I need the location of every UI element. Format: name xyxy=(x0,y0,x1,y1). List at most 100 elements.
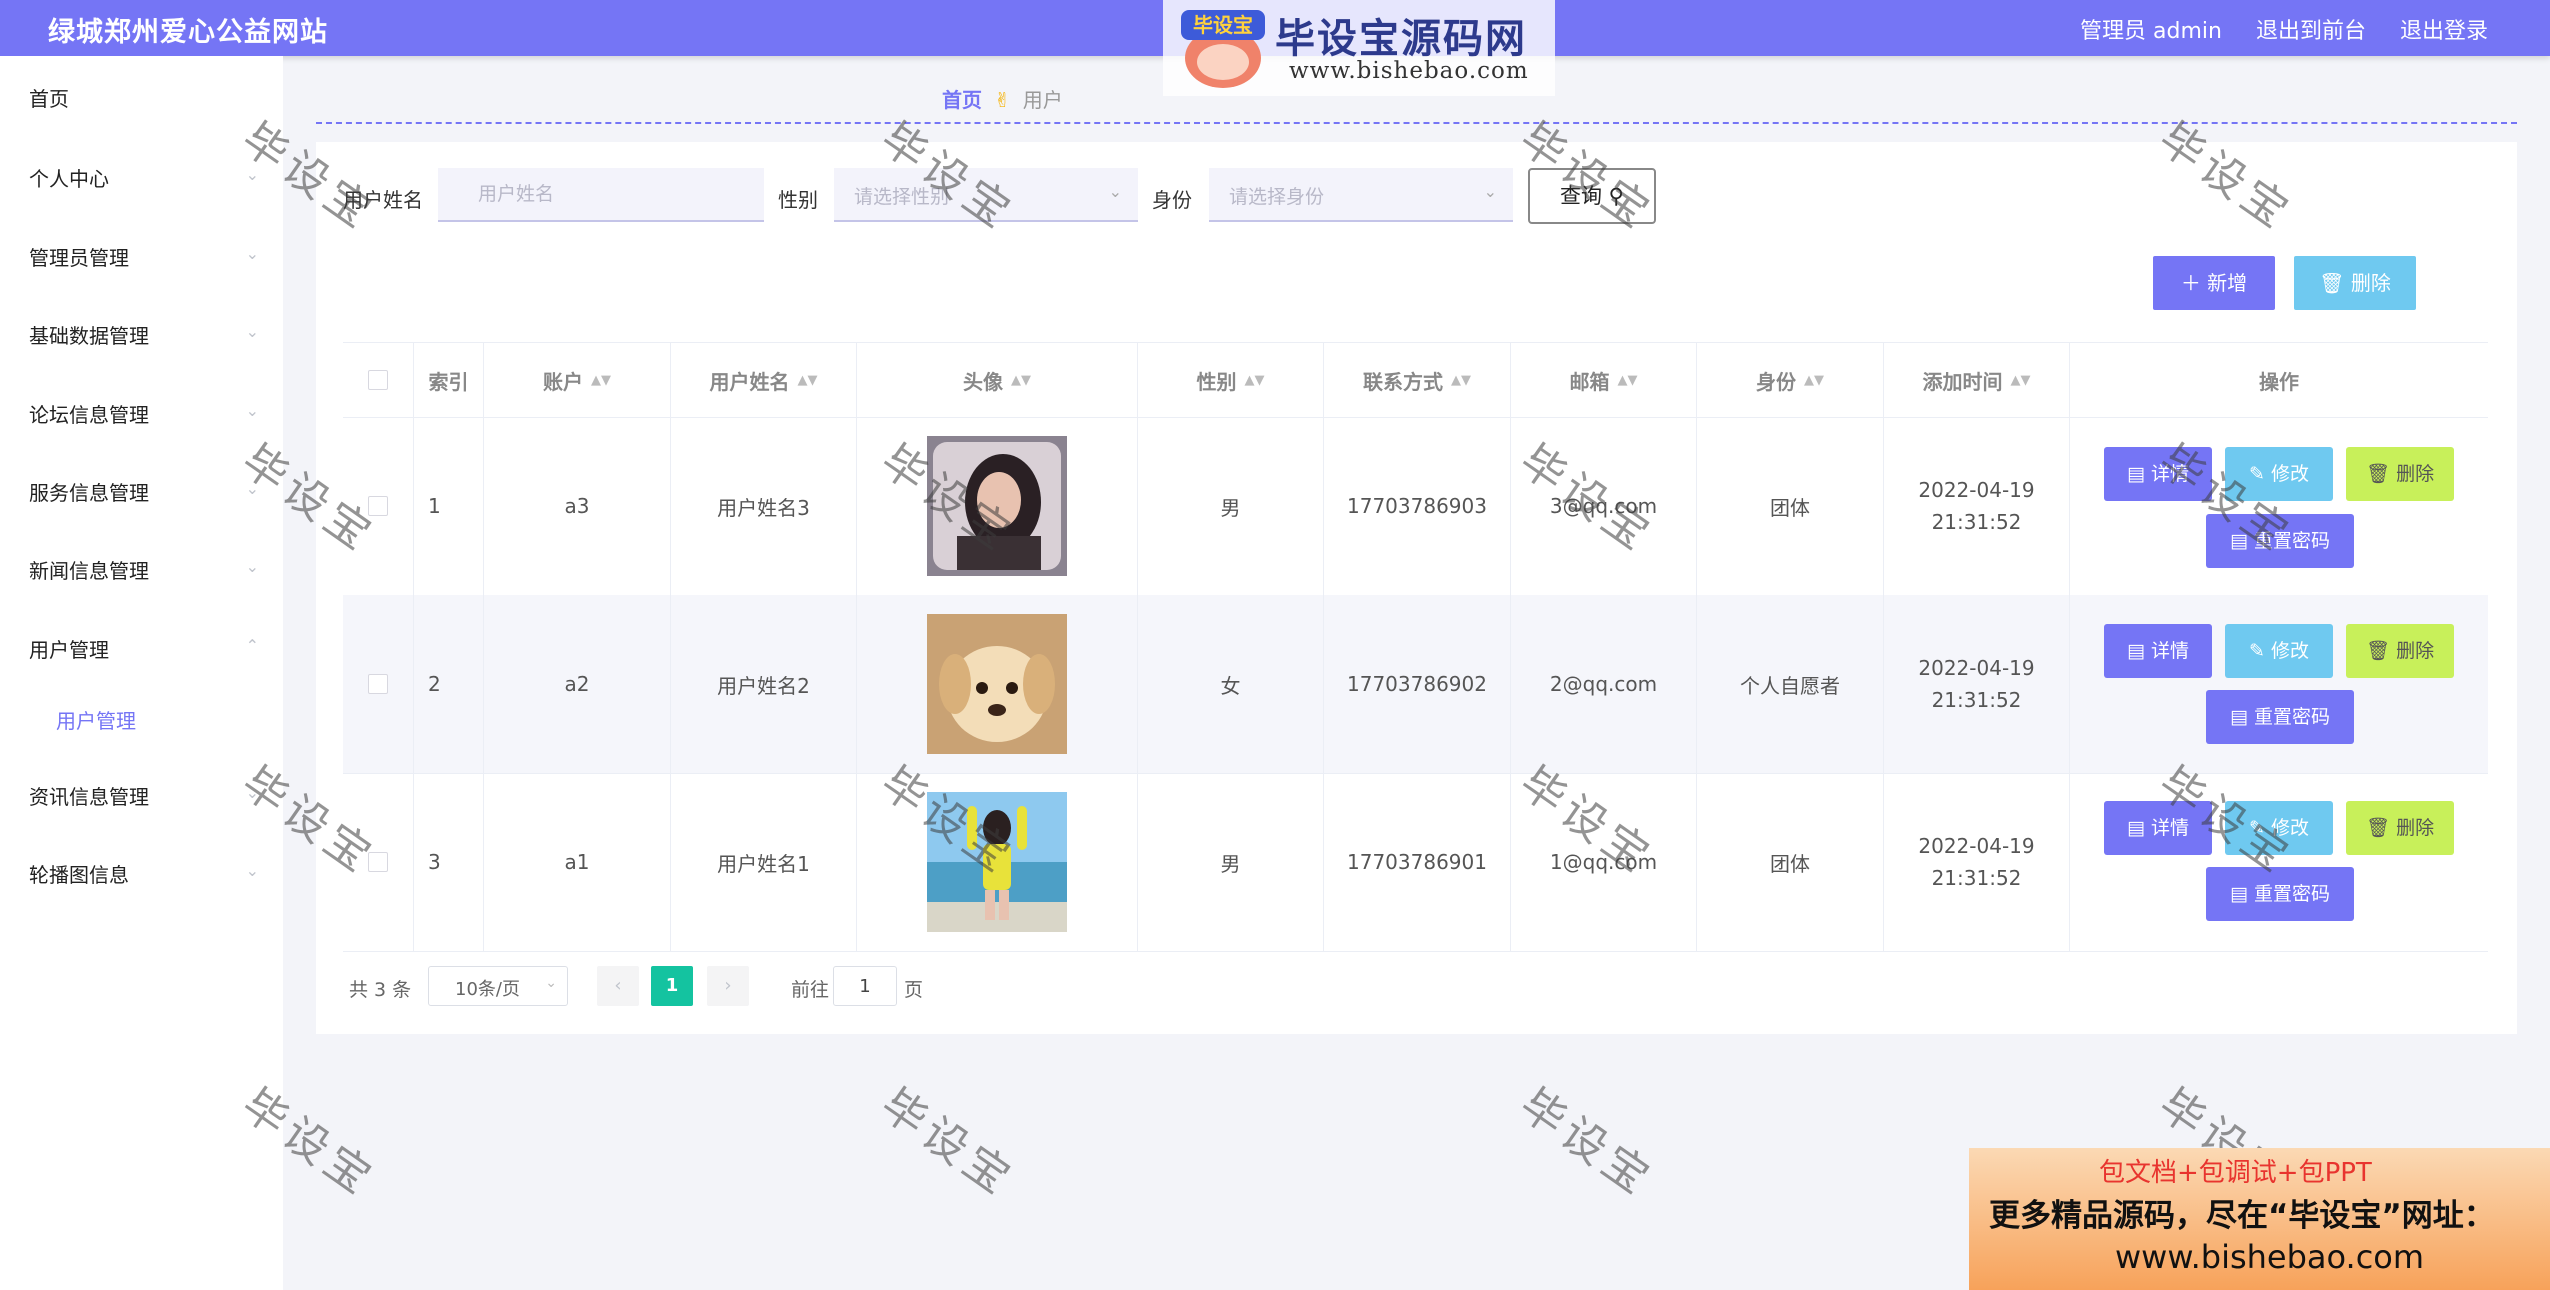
query-button[interactable]: 查询 ⚲ xyxy=(1528,168,1656,224)
table-row: 3 a1 用户姓名1 男 17703786901 1@qq.com 团体 202… xyxy=(343,773,2488,952)
column-header[interactable]: 身份 ▲▼ xyxy=(1697,343,1884,417)
ad-banner[interactable]: 包文档+包调试+包PPT 更多精品源码，尽在“毕设宝”网址： www.bishe… xyxy=(1969,1148,2550,1290)
user-table: 索引 账户 ▲▼ 用户姓名 ▲▼ 头像 ▲▼ 性别 ▲▼ 联系方式 ▲▼ 邮箱 ▲▼ 身份 ▲… xyxy=(343,342,2488,952)
sort-icon[interactable]: ▲▼ xyxy=(1011,373,1031,388)
sort-icon[interactable]: ▲▼ xyxy=(798,373,818,388)
sidebar-item-personal-center[interactable]: 个人中心 ⌄ xyxy=(29,163,259,192)
sort-icon[interactable]: ▲▼ xyxy=(1804,373,1824,388)
column-header-account: 账户 xyxy=(543,369,583,394)
sort-icon[interactable]: ▲▼ xyxy=(1245,373,1265,388)
detail-button[interactable]: ▤ 详情 xyxy=(2104,801,2212,855)
cell-phone: 17703786902 xyxy=(1324,595,1511,773)
sort-icon[interactable]: ▲▼ xyxy=(591,373,611,388)
goto-label: 前往 xyxy=(791,979,830,1001)
detail-button[interactable]: ▤ 详情 xyxy=(2104,624,2212,678)
cell-actions xyxy=(2070,595,2488,773)
woman-portrait-avatar[interactable] xyxy=(927,436,1067,576)
sort-icon[interactable]: ▲▼ xyxy=(1451,373,1471,388)
exit-to-frontend-link[interactable]: 退出到前台 xyxy=(2256,13,2366,45)
document-icon: ▤ xyxy=(2126,640,2145,662)
pencil-icon: ✎ xyxy=(2249,463,2265,485)
sidebar-item-info[interactable]: 资讯信息管理 ⌄ xyxy=(29,781,259,810)
brand-url: www.bishebao.com xyxy=(1289,58,1529,84)
role-select[interactable]: 请选择身份 ⌄ xyxy=(1209,168,1513,222)
ad-line-1: 包文档+包调试+包PPT xyxy=(2099,1158,2372,1188)
edit-button[interactable]: ✎ 修改 xyxy=(2225,624,2333,678)
sidebar-subitem-user-management[interactable]: 用户管理 xyxy=(56,705,136,734)
batch-delete-button[interactable]: 🗑 删除 xyxy=(2294,256,2416,310)
ad-line-2: 更多精品源码，尽在“毕设宝”网址： xyxy=(1989,1198,2495,1234)
sidebar-item-user-management[interactable]: 用户管理 ⌃ xyxy=(29,634,259,663)
badge-text: 毕设宝 xyxy=(1193,13,1253,37)
next-page-button[interactable]: › xyxy=(707,966,749,1006)
select-all-cell xyxy=(343,343,414,417)
edit-button[interactable]: ✎ 修改 xyxy=(2225,447,2333,501)
page-number-1[interactable]: 1 xyxy=(651,966,693,1006)
cell-phone: 17703786903 xyxy=(1324,417,1511,595)
goto-page-input[interactable] xyxy=(833,966,897,1006)
page-size-select[interactable]: 10条/页 ⌄ xyxy=(428,966,568,1006)
column-header[interactable]: 联系方式 ▲▼ xyxy=(1324,343,1511,417)
breadcrumb-home[interactable]: 首页 xyxy=(942,88,982,112)
role-select-placeholder: 请选择身份 xyxy=(1229,186,1325,208)
name-search-input[interactable] xyxy=(438,168,764,222)
delete-button[interactable]: 🗑 删除 xyxy=(2346,447,2454,501)
row-checkbox[interactable] xyxy=(368,674,388,694)
column-header[interactable]: 账户 ▲▼ xyxy=(484,343,671,417)
delete-label: 删除 xyxy=(2396,463,2435,485)
pager-total: 共 3 条 xyxy=(349,979,412,1001)
edit-label: 修改 xyxy=(2270,640,2309,662)
chevron-down-icon: ⌄ xyxy=(245,783,259,802)
table-row: 2 a2 用户姓名2 女 17703786902 2@qq.com 个人自愿者 … xyxy=(343,595,2488,774)
logout-link[interactable]: 退出登录 xyxy=(2400,13,2488,45)
role-label: 身份 xyxy=(1152,188,1192,212)
sort-icon[interactable]: ▲▼ xyxy=(1618,373,1638,388)
detail-button[interactable]: ▤ 详情 xyxy=(2104,447,2212,501)
add-button[interactable]: ＋ 新增 xyxy=(2153,256,2275,310)
edit-button[interactable]: ✎ 修改 xyxy=(2225,801,2333,855)
sidebar-item-admin-management[interactable]: 管理员管理 ⌄ xyxy=(29,242,259,271)
chevron-right-icon: › xyxy=(724,975,732,996)
reset-password-button[interactable]: ▤ 重置密码 xyxy=(2206,690,2354,744)
cell-index: 2 xyxy=(414,595,484,773)
page-suffix: 页 xyxy=(904,979,924,1001)
gender-select-placeholder: 请选择性别 xyxy=(854,186,950,208)
sidebar-item-basic-data[interactable]: 基础数据管理 ⌄ xyxy=(29,320,259,349)
column-header[interactable]: 用户姓名 ▲▼ xyxy=(671,343,857,417)
prev-page-button[interactable]: ‹ xyxy=(597,966,639,1006)
trash-icon: 🗑 xyxy=(2319,271,2345,295)
cell-account: a2 xyxy=(484,595,671,773)
sidebar-item-label: 新闻信息管理 xyxy=(29,559,149,583)
reset-password-button[interactable]: ▤ 重置密码 xyxy=(2206,867,2354,921)
sidebar-item-home[interactable]: 首页 xyxy=(29,83,259,112)
select-all-checkbox[interactable] xyxy=(368,370,388,390)
cell-gender: 男 xyxy=(1138,417,1324,595)
pencil-icon: ✎ xyxy=(2249,640,2265,662)
puppy-avatar[interactable] xyxy=(927,614,1067,754)
admin-user-link[interactable]: 管理员 admin xyxy=(2080,13,2222,45)
row-checkbox[interactable] xyxy=(368,852,388,872)
sort-icon[interactable]: ▲▼ xyxy=(2011,373,2031,388)
document-icon: ▤ xyxy=(2229,883,2248,905)
detail-label: 详情 xyxy=(2150,817,2189,839)
gender-select[interactable]: 请选择性别 ⌄ xyxy=(834,168,1138,222)
sidebar-item-service[interactable]: 服务信息管理 ⌄ xyxy=(29,477,259,506)
column-header[interactable]: 头像 ▲▼ xyxy=(857,343,1138,417)
delete-button[interactable]: 🗑 删除 xyxy=(2346,624,2454,678)
row-checkbox[interactable] xyxy=(368,496,388,516)
column-header[interactable]: 邮箱 ▲▼ xyxy=(1511,343,1697,417)
sidebar-item-carousel[interactable]: 轮播图信息 ⌄ xyxy=(29,859,259,888)
page-size-value: 10条/页 xyxy=(455,979,520,1000)
breadcrumb: 首页 ✌ 用户 xyxy=(942,84,1063,113)
cell-index: 1 xyxy=(414,417,484,595)
column-header[interactable]: 添加时间 ▲▼ xyxy=(1884,343,2070,417)
sidebar: 首页 个人中心 ⌄ 管理员管理 ⌄ 基础数据管理 ⌄ 论坛信息管理 ⌄ 服务信息管理 ⌄ … xyxy=(0,56,283,1290)
sidebar-item-news[interactable]: 新闻信息管理 ⌄ xyxy=(29,555,259,584)
cell-index: 3 xyxy=(414,773,484,951)
column-header[interactable]: 性别 ▲▼ xyxy=(1138,343,1324,417)
reset-password-button[interactable]: ▤ 重置密码 xyxy=(2206,514,2354,568)
girl-at-beach-avatar[interactable] xyxy=(927,792,1067,932)
cell-role: 团体 xyxy=(1697,417,1884,595)
sidebar-item-forum[interactable]: 论坛信息管理 ⌄ xyxy=(29,399,259,428)
delete-button[interactable]: 🗑 删除 xyxy=(2346,801,2454,855)
